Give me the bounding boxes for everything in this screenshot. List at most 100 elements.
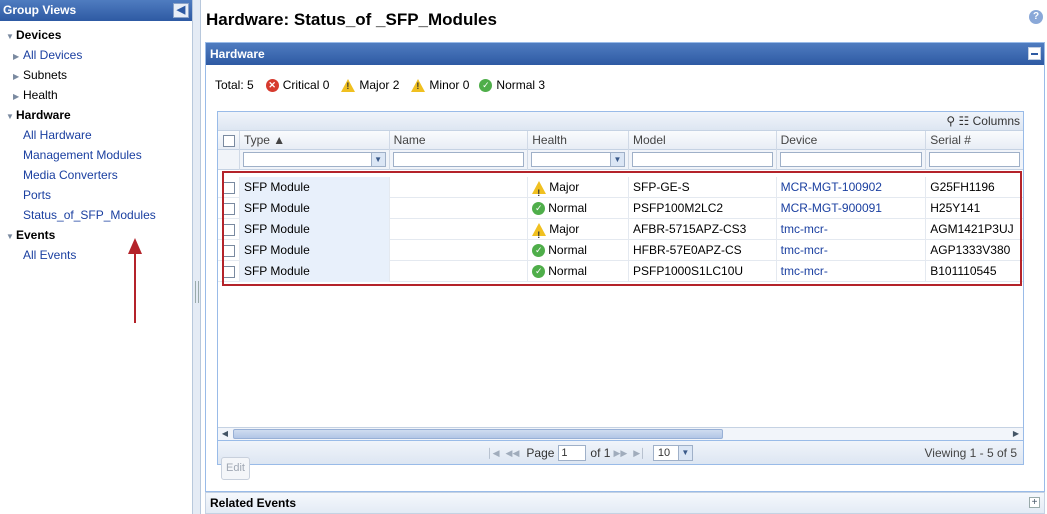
- first-page-icon[interactable]: │◀: [487, 448, 500, 459]
- minimize-panel-button[interactable]: [1028, 47, 1041, 60]
- model-cell: AFBR-5715APZ-CS3: [629, 219, 777, 240]
- device-link[interactable]: tmc-mcr-: [777, 240, 927, 261]
- row-select-cell[interactable]: [218, 261, 240, 282]
- sidebar-item-management-modules[interactable]: Management Modules: [0, 145, 192, 165]
- sidebar-section-hardware[interactable]: ▼ Hardware: [0, 105, 192, 125]
- scrollbar-thumb[interactable]: [233, 429, 723, 439]
- health-cell: Major: [528, 177, 629, 198]
- table-row[interactable]: SFP Module ✓ Normal PSFP1000S1LC10U tmc-m…: [218, 261, 1023, 282]
- select-all-cell[interactable]: [218, 131, 240, 150]
- row-checkbox[interactable]: [223, 265, 235, 278]
- filter-device[interactable]: [777, 150, 927, 170]
- serial-cell: G25FH1196: [930, 180, 995, 194]
- grid-header-row: Type ▲ Name Health Model Device Serial #: [218, 131, 1023, 150]
- serial-filter-input[interactable]: [929, 152, 1020, 167]
- sidebar-section-events[interactable]: ▼ Events: [0, 225, 192, 245]
- pager-controls: │◀ ◀◀ Page 1 of 1 ▶▶ ▶│ 10 ▼: [484, 445, 693, 461]
- horizontal-scrollbar[interactable]: ◀ ▶: [218, 427, 1023, 440]
- last-page-icon[interactable]: ▶│: [633, 448, 646, 459]
- sidebar-item-label: Health: [23, 88, 58, 102]
- serial-cell: B101110545: [930, 264, 997, 278]
- column-header-type[interactable]: Type ▲: [240, 131, 390, 150]
- filter-health[interactable]: ▼: [528, 150, 629, 170]
- table-row[interactable]: SFP Module Major AFBR-5715APZ-CS3 tmc-mc…: [218, 219, 1023, 240]
- page-size-select[interactable]: 10 ▼: [652, 445, 693, 461]
- prev-page-icon[interactable]: ◀◀: [506, 448, 520, 459]
- page-number-input[interactable]: 1: [558, 445, 587, 461]
- expand-plus-icon[interactable]: +: [1029, 497, 1040, 508]
- column-header-model[interactable]: Model: [629, 131, 777, 150]
- health-filter-select[interactable]: ▼: [531, 152, 625, 167]
- type-cell: SFP Module: [239, 240, 390, 261]
- row-select-cell[interactable]: [218, 198, 240, 219]
- expanded-triangle-icon: ▼: [6, 32, 14, 41]
- column-header-serial[interactable]: Serial #: [926, 131, 1023, 150]
- row-checkbox[interactable]: [223, 181, 235, 194]
- table-row[interactable]: SFP Module ✓ Normal HFBR-57E0APZ-CS tmc-m…: [218, 240, 1023, 261]
- health-label: Normal: [548, 243, 587, 257]
- columns-button[interactable]: ⚲ ☷ Columns: [946, 114, 1020, 128]
- type-filter-select[interactable]: ▼: [242, 152, 386, 167]
- device-link[interactable]: tmc-mcr-: [777, 219, 927, 240]
- table-row[interactable]: SFP Module ✓ Normal PSFP100M2LC2 MCR-MGT-…: [218, 198, 1023, 219]
- row-select-cell[interactable]: [218, 240, 240, 261]
- sidebar-item-all-hardware[interactable]: All Hardware: [0, 125, 192, 145]
- sidebar-item-health[interactable]: ▶ Health: [0, 85, 192, 105]
- device-link[interactable]: tmc-mcr-: [777, 261, 927, 282]
- sidebar-item-subnets[interactable]: ▶ Subnets: [0, 65, 192, 85]
- column-header-device[interactable]: Device: [777, 131, 927, 150]
- related-events-title: Related Events: [210, 496, 297, 510]
- name-cell: [390, 219, 529, 240]
- sidebar-item-ports[interactable]: Ports: [0, 185, 192, 205]
- splitter-grip-icon[interactable]: [195, 281, 199, 303]
- serial-cell: AGM1421P3UJ: [930, 222, 1014, 236]
- column-header-name[interactable]: Name: [390, 131, 529, 150]
- hardware-grid: ⚲ ☷ Columns Type ▲ Name Health Model Dev…: [217, 111, 1024, 441]
- filter-serial[interactable]: [926, 150, 1023, 170]
- help-icon[interactable]: ?: [1029, 10, 1043, 24]
- main-content: Hardware: Status_of _SFP_Modules ? Hardw…: [202, 0, 1047, 514]
- page-total: of 1: [590, 446, 611, 460]
- type-cell: SFP Module: [239, 261, 390, 282]
- model-filter-input[interactable]: [631, 152, 773, 167]
- name-filter-input[interactable]: [392, 152, 525, 167]
- collapsed-triangle-icon: ▶: [13, 52, 20, 61]
- edit-button[interactable]: Edit: [221, 457, 250, 480]
- chevron-down-icon[interactable]: ▼: [370, 153, 385, 166]
- table-row[interactable]: SFP Module Major SFP-GE-S MCR-MGT-100902…: [218, 177, 1023, 198]
- sidebar-section-devices[interactable]: ▼ Devices: [0, 25, 192, 45]
- sidebar-item-all-devices[interactable]: ▶ All Devices: [0, 45, 192, 65]
- filter-name[interactable]: [390, 150, 529, 170]
- minor-count: Minor 0: [429, 78, 470, 92]
- column-header-health[interactable]: Health: [528, 131, 629, 150]
- sidebar-item-all-events[interactable]: All Events: [0, 245, 192, 265]
- section-label: Devices: [16, 28, 62, 42]
- row-checkbox[interactable]: [223, 223, 235, 236]
- next-page-icon[interactable]: ▶▶: [613, 448, 627, 459]
- row-checkbox[interactable]: [223, 244, 235, 257]
- sidebar-item-status-of-sfp-modules[interactable]: Status_of_SFP_Modules: [0, 205, 192, 225]
- row-select-cell[interactable]: [218, 219, 240, 240]
- filter-model[interactable]: [629, 150, 777, 170]
- device-link[interactable]: MCR-MGT-100902: [777, 177, 927, 198]
- row-select-cell[interactable]: [218, 177, 240, 198]
- device-filter-input[interactable]: [779, 152, 923, 167]
- filter-type[interactable]: ▼: [240, 150, 390, 170]
- type-cell: SFP Module: [239, 198, 390, 219]
- chevron-down-icon[interactable]: ▼: [609, 153, 624, 166]
- collapse-sidebar-button[interactable]: ◀: [173, 3, 189, 18]
- scroll-right-icon[interactable]: ▶: [1010, 429, 1022, 439]
- sidebar-splitter[interactable]: [193, 0, 201, 514]
- scroll-left-icon[interactable]: ◀: [219, 429, 231, 439]
- select-all-checkbox[interactable]: [223, 134, 235, 147]
- sidebar-item-media-converters[interactable]: Media Converters: [0, 165, 192, 185]
- page-title: Hardware: Status_of _SFP_Modules: [206, 10, 497, 29]
- major-warning-icon: [532, 181, 547, 198]
- section-label: Events: [16, 228, 56, 242]
- related-events-panel[interactable]: Related Events +: [205, 492, 1045, 514]
- collapsed-triangle-icon: ▶: [13, 92, 20, 101]
- device-link[interactable]: MCR-MGT-900091: [777, 198, 927, 219]
- chevron-down-icon[interactable]: ▼: [677, 446, 692, 460]
- page-label: Page: [526, 446, 555, 460]
- row-checkbox[interactable]: [223, 202, 235, 215]
